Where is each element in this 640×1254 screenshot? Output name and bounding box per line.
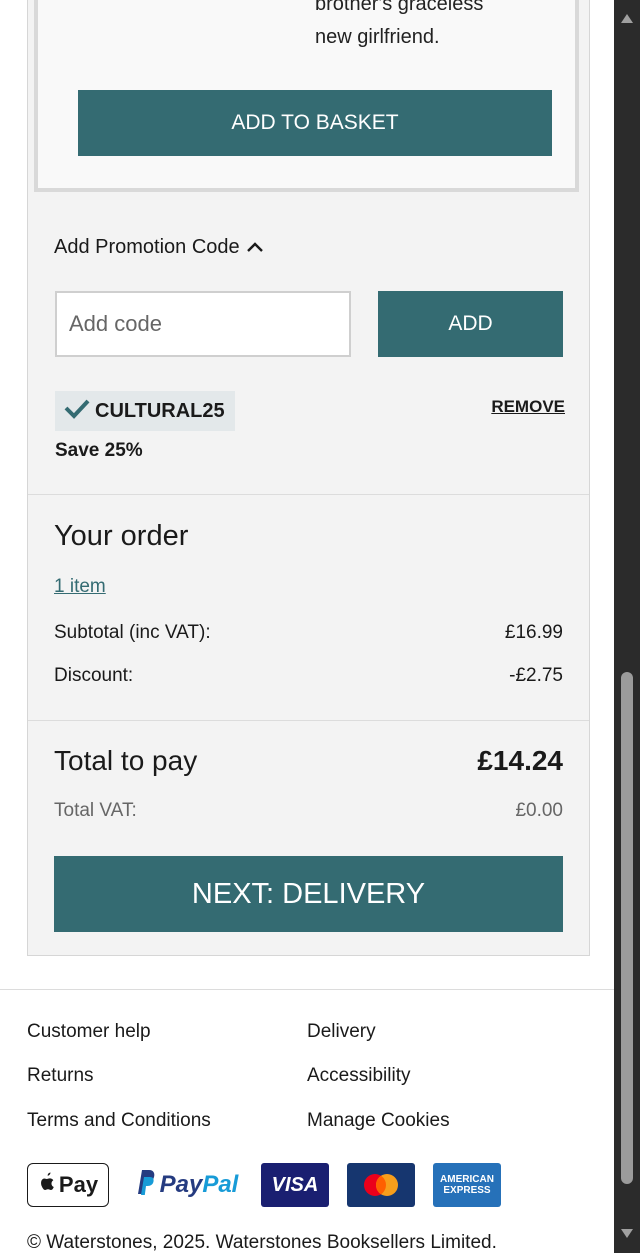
scroll-up-arrow-icon[interactable] <box>620 12 634 26</box>
checkout-page: brother's graceless new girlfriend. ADD … <box>0 0 614 1253</box>
scrollbar-thumb[interactable] <box>621 672 633 1184</box>
applied-code-text: CULTURAL25 <box>95 399 225 422</box>
subtotal-label: Subtotal (inc VAT): <box>54 622 211 643</box>
paypal-text-pal: Pal <box>202 1171 239 1198</box>
paypal-logo: PayPal <box>130 1163 242 1207</box>
footer-link-returns[interactable]: Returns <box>27 1065 94 1087</box>
footer-link-terms[interactable]: Terms and Conditions <box>27 1110 211 1132</box>
amex-text-top: AMERICAN <box>440 1174 494 1185</box>
promo-code-toggle[interactable]: Add Promotion Code <box>54 236 264 259</box>
footer-link-manage-cookies[interactable]: Manage Cookies <box>307 1110 450 1132</box>
upsell-description-line: new girlfriend. <box>315 26 440 48</box>
remove-code-link[interactable]: REMOVE <box>491 397 565 417</box>
total-label: Total to pay <box>54 745 198 776</box>
copyright-text: © Waterstones, 2025. Waterstones Booksel… <box>27 1232 497 1253</box>
chevron-up-icon <box>246 236 264 259</box>
visa-text: VISA <box>271 1173 319 1196</box>
basket-panel: brother's graceless new girlfriend. ADD … <box>27 0 590 956</box>
amex-text-bottom: EXPRESS <box>443 1185 491 1196</box>
add-to-basket-button[interactable]: ADD TO BASKET <box>78 90 552 156</box>
scroll-down-arrow-icon[interactable] <box>620 1228 634 1242</box>
total-row: Total to pay £14.24 <box>54 745 563 777</box>
checkmark-icon <box>63 397 91 425</box>
visa-logo: VISA <box>261 1163 329 1207</box>
upsell-product-card: brother's graceless new girlfriend. ADD … <box>34 0 579 192</box>
apple-icon <box>38 1171 56 1199</box>
vat-label: Total VAT: <box>54 800 137 821</box>
divider <box>28 720 589 721</box>
footer-link-delivery[interactable]: Delivery <box>307 1021 376 1043</box>
subtotal-row: Subtotal (inc VAT): £16.99 <box>54 622 563 644</box>
divider <box>28 494 589 495</box>
discount-value: -£2.75 <box>509 665 563 686</box>
footer-link-customer-help[interactable]: Customer help <box>27 1021 151 1043</box>
page-scrollbar[interactable] <box>614 0 640 1253</box>
vat-row: Total VAT: £0.00 <box>54 800 563 822</box>
promo-code-toggle-label: Add Promotion Code <box>54 236 240 258</box>
apple-pay-logo: Pay <box>27 1163 109 1207</box>
saving-text: Save 25% <box>55 440 143 461</box>
applied-code-badge: CULTURAL25 <box>55 391 235 431</box>
footer-link-accessibility[interactable]: Accessibility <box>307 1065 410 1087</box>
vat-value: £0.00 <box>515 800 563 821</box>
next-delivery-button[interactable]: NEXT: DELIVERY <box>54 856 563 932</box>
upsell-description-line: brother's graceless <box>315 0 484 15</box>
footer-divider <box>0 989 614 990</box>
items-link[interactable]: 1 item <box>54 576 106 598</box>
discount-label: Discount: <box>54 665 134 686</box>
paypal-icon <box>134 1168 156 1203</box>
add-promo-button[interactable]: ADD <box>378 291 563 357</box>
amex-logo: AMERICAN EXPRESS <box>433 1163 501 1207</box>
paypal-text-pay: Pay <box>159 1171 203 1198</box>
upsell-description: brother's graceless new girlfriend. <box>315 0 575 54</box>
promo-code-input[interactable] <box>55 291 351 357</box>
total-value: £14.24 <box>477 745 563 776</box>
mastercard-icon <box>364 1174 398 1196</box>
discount-row: Discount: -£2.75 <box>54 665 563 687</box>
order-title: Your order <box>54 520 189 552</box>
subtotal-value: £16.99 <box>504 622 563 643</box>
mastercard-logo <box>347 1163 415 1207</box>
apple-pay-text: Pay <box>58 1172 99 1197</box>
